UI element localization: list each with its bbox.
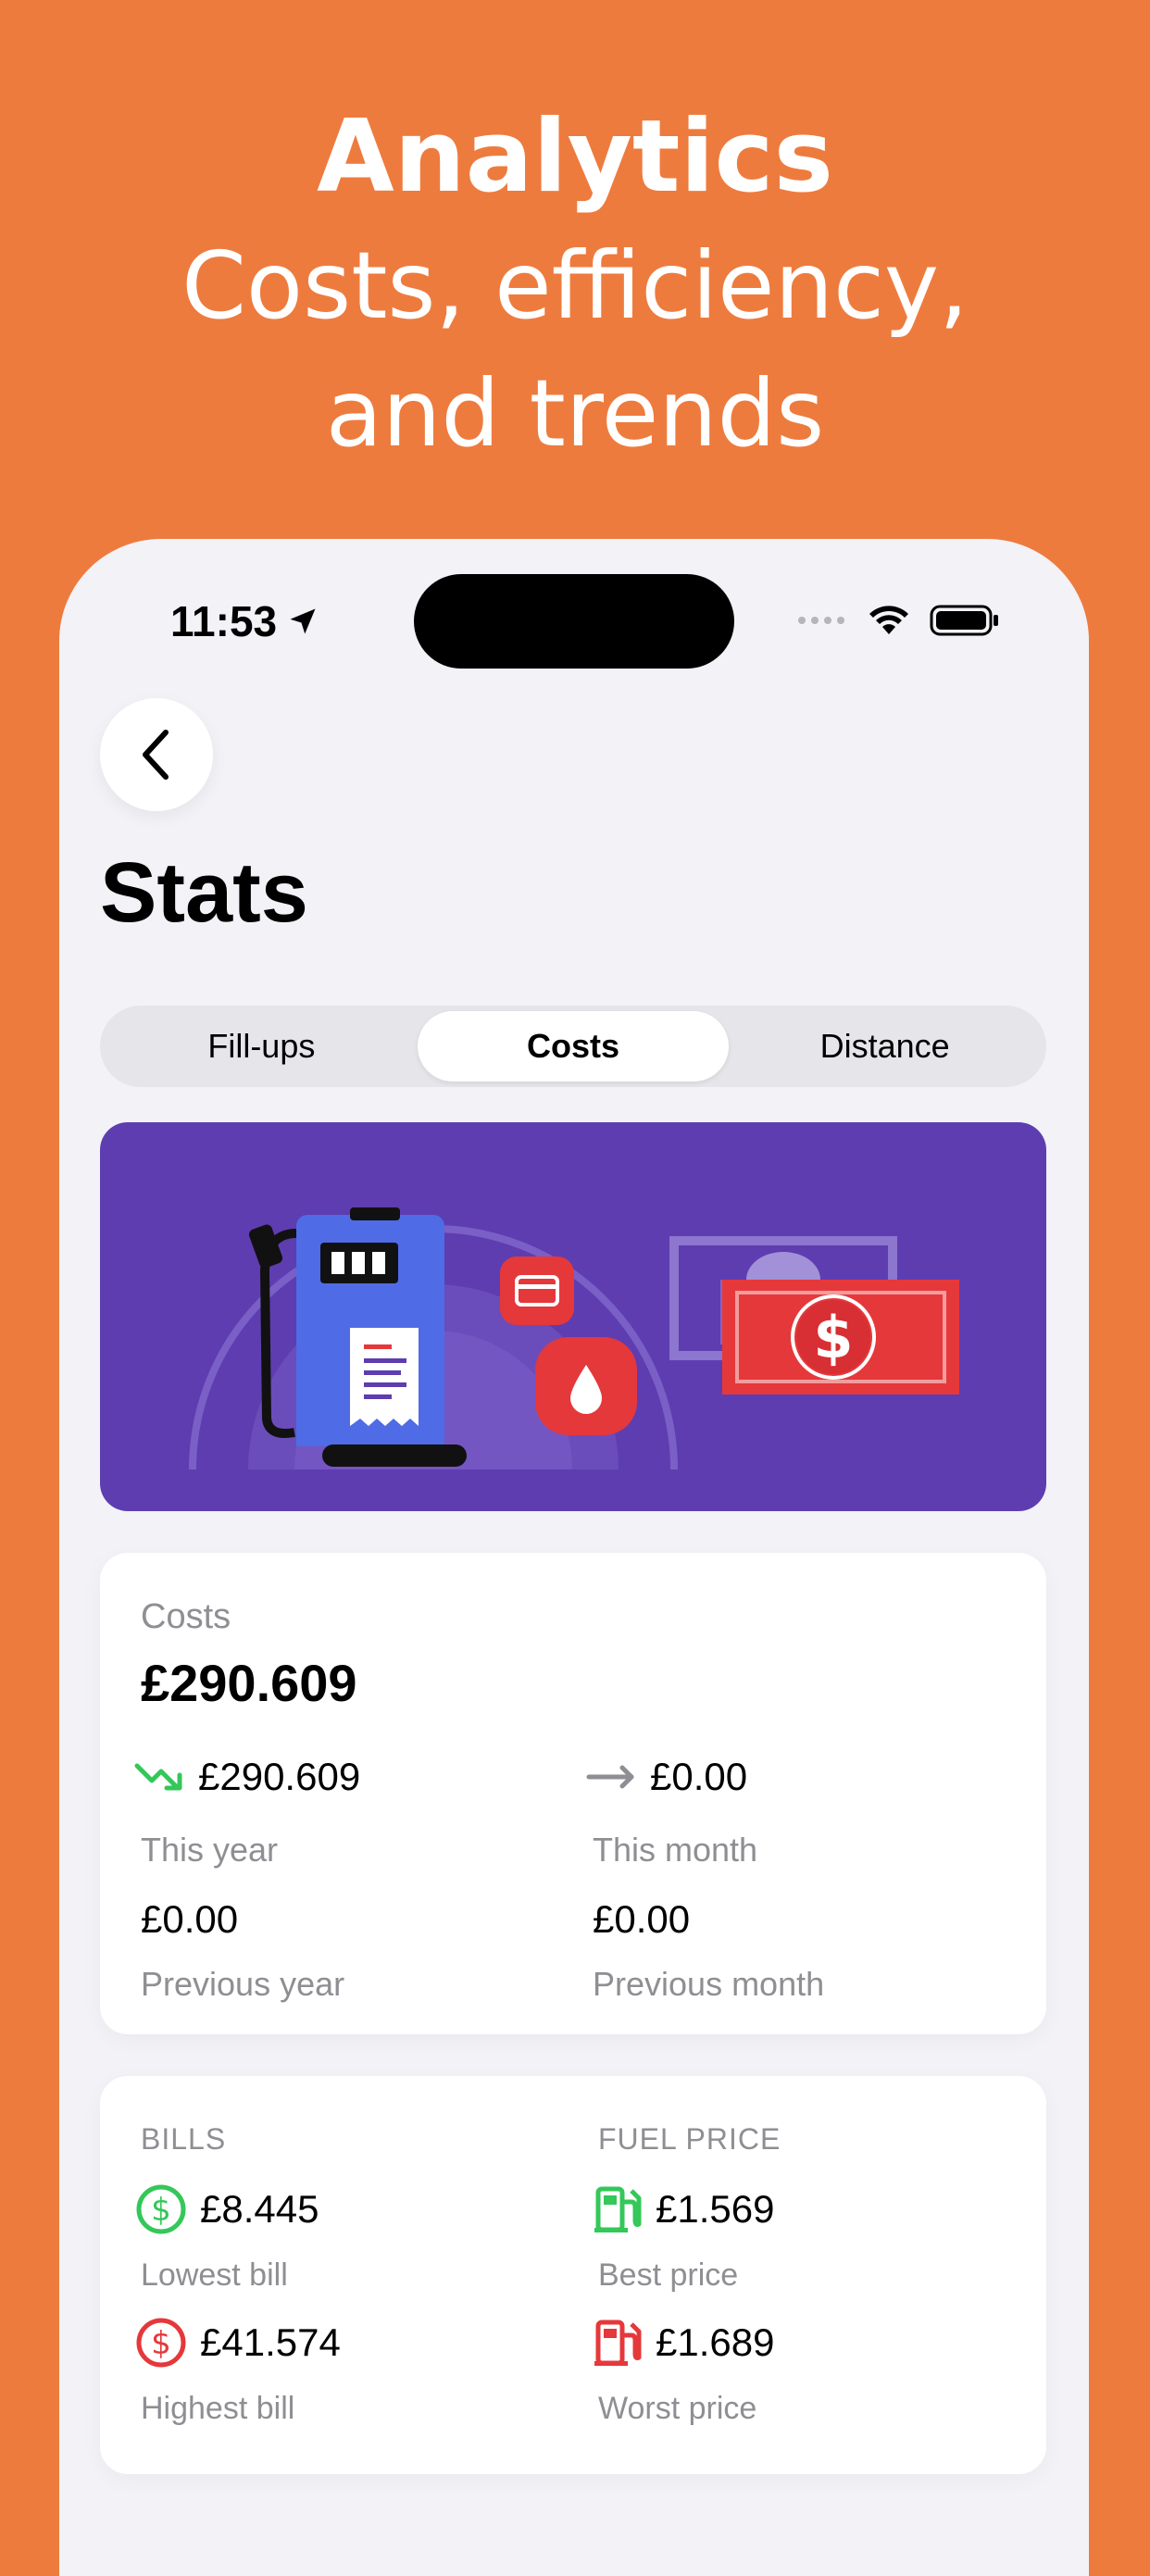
- svg-text:$: $: [151, 2325, 171, 2362]
- dynamic-island: [414, 574, 734, 669]
- fuel-pump-green-icon: [594, 2186, 642, 2232]
- previous-year-label: Previous year: [141, 1965, 345, 2003]
- tab-fill-ups[interactable]: Fill-ups: [106, 1011, 418, 1082]
- best-price-row: £1.569: [594, 2183, 774, 2235]
- this-year-row: £290.609: [133, 1755, 360, 1799]
- segmented-control: Fill-ups Costs Distance: [100, 1006, 1046, 1087]
- lowest-bill-label: Lowest bill: [141, 2257, 288, 2293]
- worst-price-row: £1.689: [594, 2317, 774, 2369]
- highest-bill-label: Highest bill: [141, 2391, 295, 2426]
- page-title: Stats: [100, 845, 308, 940]
- dollar-circle-red-icon: $: [136, 2318, 186, 2368]
- phone-screen: 11:53 Stats Fill-ups Costs Distance $ Co…: [59, 539, 1089, 2576]
- tab-costs[interactable]: Costs: [417, 1011, 730, 1082]
- costs-card: Costs £290.609 £290.609 This year £0.00 …: [100, 1553, 1046, 2034]
- worst-price-label: Worst price: [598, 2391, 757, 2426]
- promo-headline: Analytics Costs, efficiency, and trends: [0, 93, 1150, 478]
- wifi-icon: [869, 606, 908, 634]
- costs-label: Costs: [141, 1597, 231, 1636]
- costs-total: £290.609: [141, 1654, 357, 1712]
- trend-down-icon: [134, 1763, 182, 1791]
- costs-banner: $: [100, 1122, 1046, 1511]
- this-year-label: This year: [141, 1831, 279, 1869]
- back-button[interactable]: [100, 698, 213, 811]
- highest-bill-value: £41.574: [200, 2320, 341, 2364]
- this-month-value: £0.00: [650, 1755, 748, 1798]
- this-month-row: £0.00: [585, 1755, 747, 1799]
- this-month-label: This month: [593, 1831, 758, 1869]
- svg-text:$: $: [151, 2192, 171, 2229]
- battery-icon: [930, 605, 998, 636]
- trend-flat-icon: [586, 1765, 634, 1789]
- bills-heading: BILLS: [141, 2122, 227, 2156]
- signal-icon: [798, 617, 844, 624]
- chevron-left-icon: [143, 730, 169, 780]
- dollar-circle-green-icon: $: [136, 2184, 186, 2234]
- headline-title: Analytics: [317, 99, 833, 215]
- worst-price-value: £1.689: [656, 2320, 775, 2364]
- this-year-value: £290.609: [198, 1755, 361, 1798]
- highest-bill-row: $ £41.574: [135, 2317, 341, 2369]
- tab-distance[interactable]: Distance: [729, 1011, 1041, 1082]
- status-bar-right: [796, 604, 1000, 637]
- lowest-bill-row: $ £8.445: [135, 2183, 319, 2235]
- svg-text:$: $: [813, 1304, 853, 1371]
- fuel-pump-money-illustration: $: [189, 1207, 959, 1470]
- headline-subtitle-1: Costs, efficiency,: [181, 231, 969, 340]
- best-price-value: £1.569: [656, 2187, 775, 2231]
- time-text: 11:53: [170, 597, 278, 645]
- previous-year-value: £0.00: [141, 1897, 239, 1941]
- previous-month-value: £0.00: [593, 1897, 691, 1941]
- headline-subtitle-2: and trends: [325, 359, 825, 468]
- best-price-label: Best price: [598, 2257, 739, 2293]
- previous-month-label: Previous month: [593, 1965, 825, 2003]
- fuel-pump-red-icon: [594, 2320, 642, 2366]
- bills-fuel-card: BILLS FUEL PRICE $ £8.445 Lowest bill $ …: [100, 2076, 1046, 2474]
- lowest-bill-value: £8.445: [200, 2187, 319, 2231]
- status-bar-time: 11:53: [170, 596, 319, 646]
- fuel-price-heading: FUEL PRICE: [598, 2122, 781, 2156]
- location-arrow-icon: [290, 608, 316, 634]
